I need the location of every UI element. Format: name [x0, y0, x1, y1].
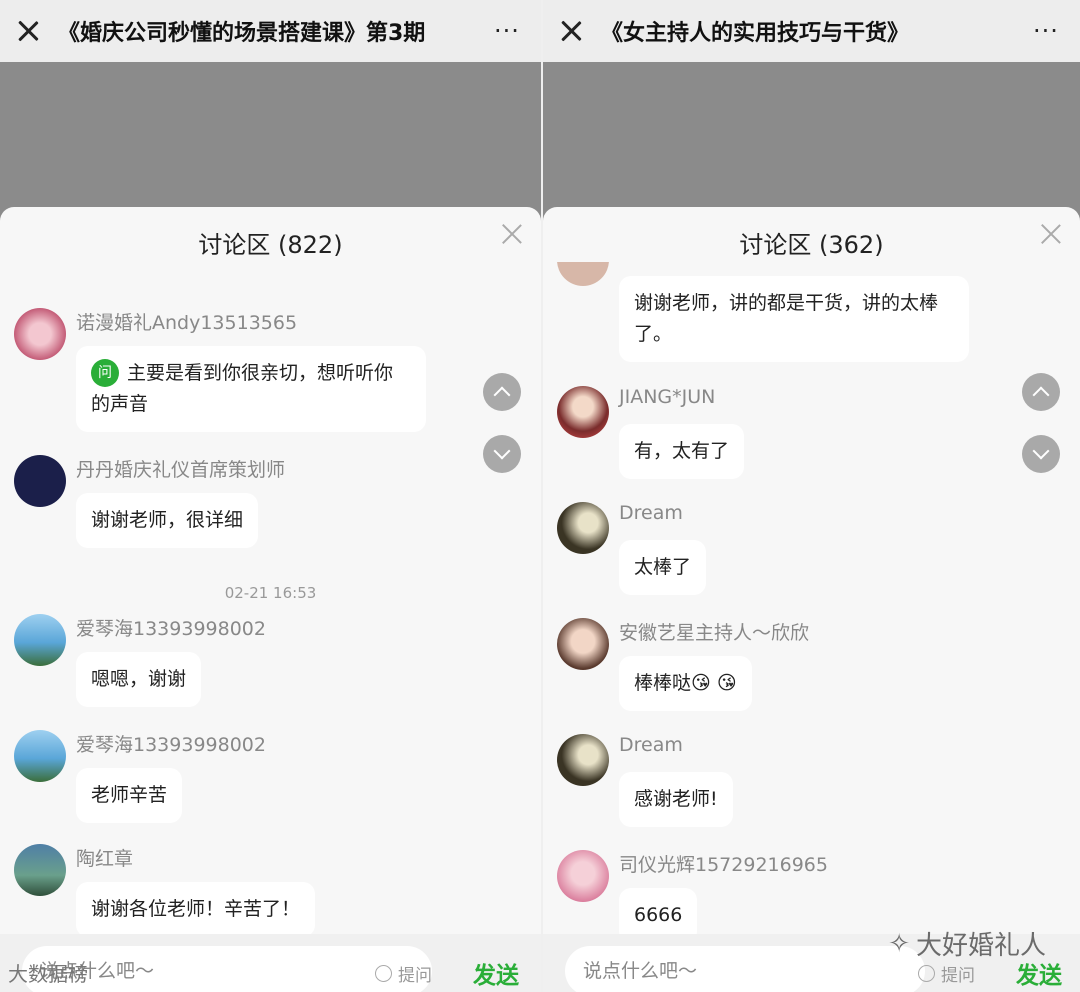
sender-name: 爱琴海13393998002: [76, 734, 266, 756]
scroll-down-button[interactable]: [1022, 435, 1060, 473]
left-pane: 《婚庆公司秒懂的场景搭建课》第3期 ··· 讨论区 (822) 诺漫婚礼Andy…: [0, 0, 541, 992]
message-bubble: 感谢老师!: [619, 772, 733, 827]
message-bubble: 6666: [619, 888, 698, 934]
avatar[interactable]: [557, 734, 609, 786]
sender-name: 诺漫婚礼Andy13513565: [76, 312, 298, 334]
avatar[interactable]: [14, 308, 66, 360]
video-area: [0, 62, 541, 212]
top-bar: 《女主持人的实用技巧与干货》 ···: [543, 0, 1080, 62]
message-bubble: 太棒了: [619, 540, 707, 595]
message-text: 感谢老师!: [634, 788, 718, 810]
message-bubble: 谢谢老师，很详细: [76, 493, 259, 548]
page-title: 《婚庆公司秒懂的场景搭建课》第3期: [58, 21, 426, 46]
sheet-close-icon[interactable]: [1038, 221, 1064, 247]
message-text: 主要是看到你很亲切，想听听你的声音: [91, 362, 394, 415]
more-icon[interactable]: ···: [1026, 17, 1066, 45]
avatar[interactable]: [557, 502, 609, 554]
message-feed[interactable]: 谢谢老师，讲的都是干货，讲的太棒了。 JIANG*JUN 有，太有了 Dream…: [543, 262, 1080, 934]
timestamp: 02-21 16:53: [224, 584, 317, 602]
avatar[interactable]: [557, 262, 609, 286]
sender-name: 司仪光辉15729216965: [619, 854, 828, 876]
message-bubble: 有，太有了: [619, 424, 745, 479]
sender-name: JIANG*JUN: [619, 386, 716, 408]
scroll-up-button[interactable]: [483, 373, 521, 411]
sender-name: 陶红章: [76, 848, 134, 870]
watermark: ✧ 大好婚礼人: [888, 925, 1046, 962]
message-text: 谢谢老师，很详细: [91, 509, 244, 531]
radio-icon: [375, 965, 392, 982]
message-bubble: 谢谢老师，讲的都是干货，讲的太棒了。: [619, 276, 969, 362]
avatar[interactable]: [557, 386, 609, 438]
page-title: 《女主持人的实用技巧与干货》: [601, 21, 910, 46]
close-icon[interactable]: [16, 19, 40, 43]
sender-name: Dream: [619, 734, 683, 756]
more-icon[interactable]: ···: [487, 17, 527, 45]
message-text: 老师辛苦: [91, 784, 168, 806]
avatar[interactable]: [14, 730, 66, 782]
message-feed[interactable]: 诺漫婚礼Andy13513565 问主要是看到你很亲切，想听听你的声音 丹丹婚庆…: [0, 262, 541, 934]
scroll-up-button[interactable]: [1022, 373, 1060, 411]
question-badge: 问: [91, 359, 119, 387]
sender-name: 丹丹婚庆礼仪首席策划师: [76, 459, 286, 481]
message-text: 谢谢各位老师！辛苦了！: [91, 898, 301, 920]
sheet-close-icon[interactable]: [499, 221, 525, 247]
sender-name: 安徽艺星主持人～欣欣: [619, 622, 810, 644]
avatar[interactable]: [557, 618, 609, 670]
message-bubble: 棒棒哒😘 😘: [619, 656, 752, 711]
message-text: 棒棒哒😘 😘: [634, 672, 737, 694]
discussion-sheet: 讨论区 (822) 诺漫婚礼Andy13513565 问主要是看到你很亲切，想听…: [0, 207, 541, 992]
top-bar: 《婚庆公司秒懂的场景搭建课》第3期 ···: [0, 0, 541, 62]
message-bubble: 老师辛苦: [76, 768, 183, 823]
ask-toggle[interactable]: 提问: [375, 961, 432, 986]
scroll-down-button[interactable]: [483, 435, 521, 473]
message-bubble: 谢谢各位老师！辛苦了！: [76, 882, 316, 934]
right-pane: 《女主持人的实用技巧与干货》 ··· 讨论区 (362) 谢谢老师，讲的都是干货…: [543, 0, 1080, 992]
ask-label: 提问: [941, 966, 975, 986]
sheet-title: 讨论区 (362): [739, 231, 884, 259]
wechat-icon: ✧: [888, 928, 910, 959]
message-text: 有，太有了: [634, 440, 730, 462]
close-icon[interactable]: [559, 19, 583, 43]
avatar[interactable]: [14, 455, 66, 507]
ask-label: 提问: [398, 966, 432, 986]
video-area: [543, 62, 1080, 212]
message-bubble: 嗯嗯，谢谢: [76, 652, 202, 707]
sheet-title: 讨论区 (822): [198, 231, 343, 259]
message-bubble: 问主要是看到你很亲切，想听听你的声音: [76, 346, 426, 432]
watermark-left: 大数据榜: [8, 962, 88, 986]
message-text: 6666: [634, 904, 683, 926]
radio-icon: [918, 965, 935, 982]
ask-toggle[interactable]: 提问: [918, 961, 975, 986]
avatar[interactable]: [14, 614, 66, 666]
avatar[interactable]: [557, 850, 609, 902]
message-text: 谢谢老师，讲的都是干货，讲的太棒了。: [634, 292, 939, 345]
comment-input[interactable]: 说点什么吧～: [565, 946, 925, 992]
sender-name: 爱琴海13393998002: [76, 618, 266, 640]
discussion-sheet: 讨论区 (362) 谢谢老师，讲的都是干货，讲的太棒了。 JIANG*JUN 有…: [543, 207, 1080, 992]
send-button[interactable]: 发送: [473, 956, 519, 990]
message-text: 太棒了: [634, 556, 692, 578]
avatar[interactable]: [14, 844, 66, 896]
watermark-text: 大好婚礼人: [915, 931, 1046, 961]
sender-name: Dream: [619, 502, 683, 524]
message-text: 嗯嗯，谢谢: [91, 668, 187, 690]
